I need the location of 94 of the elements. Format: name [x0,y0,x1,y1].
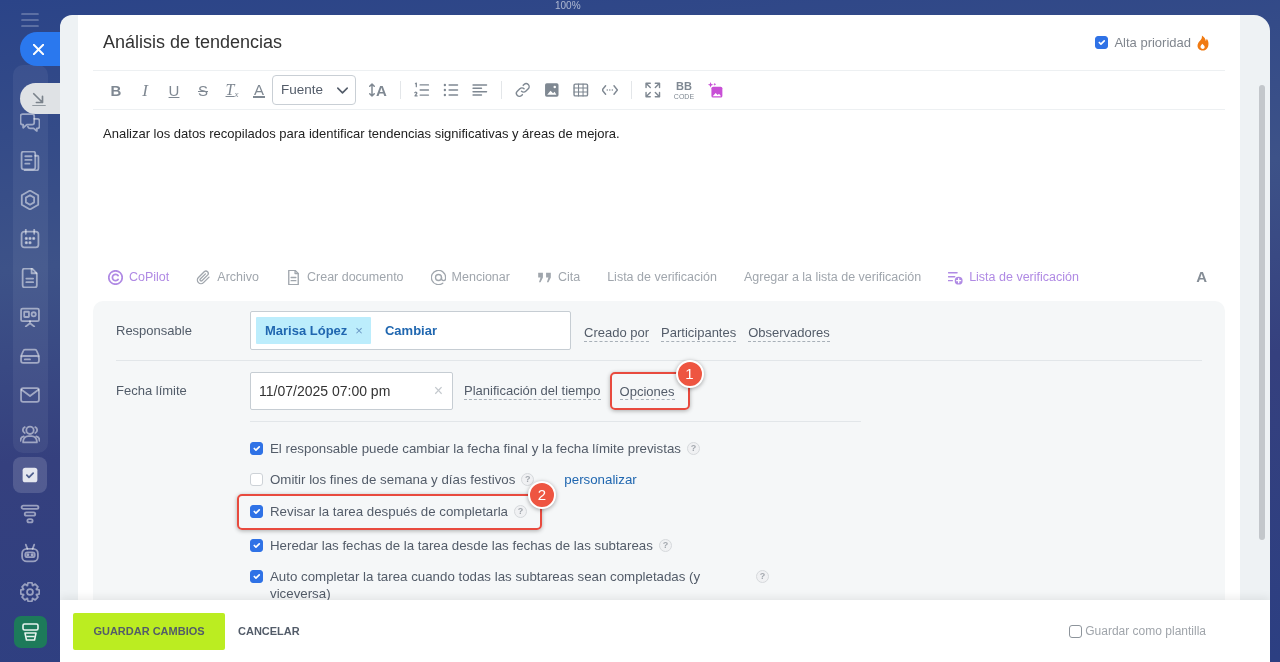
code-brackets-icon[interactable] [601,82,618,98]
robot-icon [20,543,40,563]
bulleted-list-icon[interactable] [442,82,459,98]
calendar-icon [20,228,40,249]
menu-icon[interactable] [21,13,39,27]
step-badge: 2 [528,481,556,509]
toolbar-action[interactable]: Cita [536,267,581,287]
remove-button[interactable]: × [355,320,363,341]
at-sign-icon [430,269,446,285]
task-title: Análisis de tendencias [103,31,283,54]
underline-button[interactable]: U [166,82,182,98]
app-tile-icon [13,615,47,648]
sidebar-item[interactable] [13,615,47,648]
people-icon [20,423,40,444]
checkbox[interactable] [250,570,263,583]
link-icon[interactable] [514,82,531,98]
font-size-button[interactable]: A [369,82,387,98]
image-icon[interactable] [543,82,560,98]
option-label: Omitir los fines de semana y días festivos [270,471,516,488]
toolbar-action[interactable]: Lista de verificación [607,267,717,287]
bold-button[interactable]: B [108,82,124,98]
template-label: Guardar como plantilla [1085,623,1206,640]
toolbar-action[interactable]: CoPilot [108,267,170,287]
chevron-down-icon [337,86,348,94]
priority-checkbox[interactable] [1095,36,1109,49]
clear-format-button[interactable]: T$_{x}$ [224,82,240,98]
text-color-button[interactable]: A [253,82,265,98]
template-checkbox[interactable] [1069,624,1083,638]
hexagon-icon [20,189,40,210]
toolbar-action[interactable]: Archivo [196,267,259,287]
stacked-bars-icon [20,504,40,524]
role-link[interactable]: Creado por [584,325,650,342]
checkbox[interactable] [250,539,263,552]
paperclip-icon [196,269,212,285]
responsible-field[interactable]: Marisa López × Cambiar [250,311,571,350]
save-button[interactable]: GUARDAR CAMBIOS [73,612,225,650]
checkbox-icon [20,465,40,485]
help-hint[interactable]: ? [514,505,527,518]
field-label: Fecha límite [116,382,188,401]
flame-icon [1197,34,1209,51]
checklist-plus-icon [948,269,964,285]
expand-arrows-icon[interactable] [644,82,661,98]
mail-icon [20,384,40,405]
option-link[interactable]: Opciones [619,384,675,400]
toolbar-action[interactable]: Mencionar [430,267,510,287]
settings-icon [20,582,40,602]
field-label: Responsable [116,321,193,340]
option-label: El responsable puede cambiar la fecha final y la fecha límite previstas [270,440,681,457]
step-badge: 1 [675,360,704,388]
text-format-button[interactable]: A [1196,265,1207,289]
circle-c-icon [108,269,123,285]
sidebar-item[interactable] [13,457,47,493]
help-hint[interactable]: ? [521,473,535,486]
scrollbar-thumb[interactable] [1259,85,1265,540]
role-link[interactable]: Participantes [661,325,737,342]
checkbox[interactable] [250,505,263,518]
close-button[interactable] [20,32,60,66]
arrow-down-right-icon [32,91,46,106]
zoom-label: 100% [555,0,581,11]
toolbar-action[interactable]: Crear documento [286,267,404,287]
font-select[interactable]: Fuente [272,75,356,105]
up-down-arrow-icon [369,83,375,97]
document-icon [286,269,301,285]
priority-label: Alta prioridad [1114,33,1191,52]
presentation-board-icon [20,306,40,327]
italic-button[interactable]: I [137,81,153,99]
option-label: Revisar la tarea después de completarla [270,503,508,520]
close-icon [33,43,44,55]
align-left-icon[interactable] [471,82,488,98]
sparkle-image-icon[interactable] [707,82,724,98]
strikethrough-button[interactable]: S [195,82,211,98]
help-hint[interactable]: ? [658,539,672,552]
option-link[interactable]: Planificación del tiempo [464,382,601,400]
option-label: Heredar las fechas de la tarea desde las fechas de las subtareas [270,537,653,554]
customize-link[interactable]: personalizar [564,471,637,488]
assignee-chip[interactable]: Marisa López × [256,317,371,344]
table-icon[interactable] [572,82,589,98]
news-feed-icon [20,150,40,171]
numbered-list-icon[interactable] [413,82,430,98]
description-text: Analizar los datos recopilados para identificar tendencias significativas y áreas de mejora. [103,125,621,143]
help-hint[interactable]: ? [756,570,769,583]
toolbar-action[interactable]: Lista de verificación [948,267,1079,287]
checkbox[interactable] [250,442,263,455]
option-label: Auto completar la tarea cuando todas las subtareas sean completadas (y viceversa) [270,568,702,600]
chat-bubbles-icon [20,111,40,132]
deadline-field[interactable]: 11/07/2025 07:00 pm × [250,372,453,410]
document-icon [20,267,40,288]
cancel-link[interactable]: CANCELAR [238,622,300,640]
help-hint[interactable]: ? [686,442,700,455]
toolbar-action[interactable]: Agregar a la lista de verificación [743,267,922,287]
collapse-button[interactable] [20,83,60,114]
role-link[interactable]: Observadores [748,325,830,342]
assignee-name: Marisa López [265,321,348,340]
change-link[interactable]: Cambiar [384,320,437,341]
